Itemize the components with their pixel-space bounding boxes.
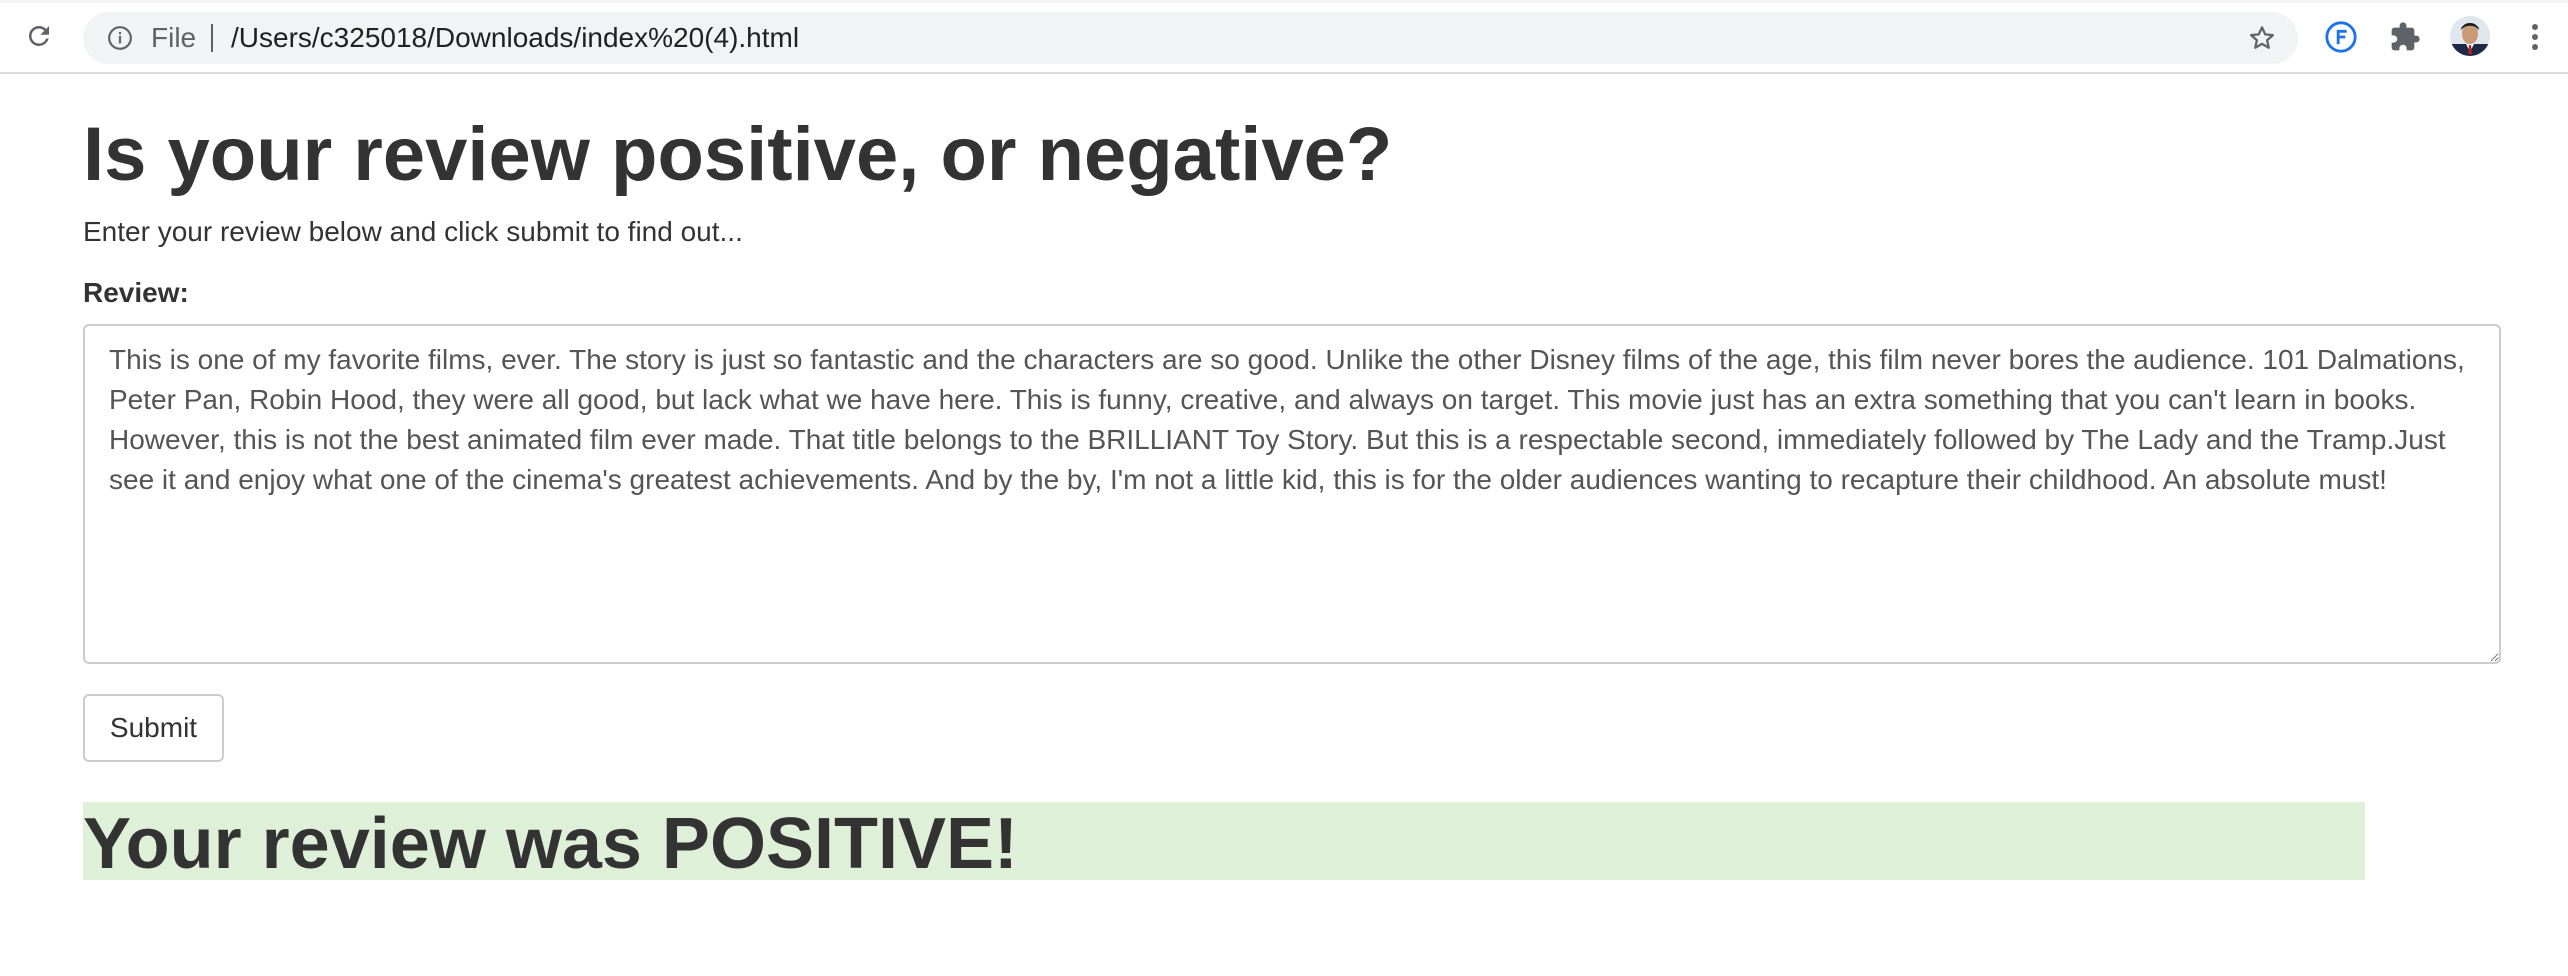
kebab-menu-icon xyxy=(2532,24,2538,50)
browser-toolbar: File /Users/c325018/Downloads/index%20(4… xyxy=(0,0,2568,74)
flashcard-extension-icon xyxy=(2325,21,2357,53)
bookmark-button[interactable] xyxy=(2244,20,2280,56)
result-text: Your review was POSITIVE! xyxy=(83,804,1018,884)
star-icon xyxy=(2250,26,2274,49)
puzzle-icon xyxy=(2391,22,2420,51)
result-banner: Your review was POSITIVE! xyxy=(83,802,2365,884)
url-text[interactable]: /Users/c325018/Downloads/index%20(4).htm… xyxy=(231,23,799,53)
reload-button[interactable] xyxy=(20,17,58,55)
browser-menu-button[interactable] xyxy=(2520,17,2550,57)
avatar[interactable] xyxy=(2450,16,2490,56)
submit-button[interactable]: Submit xyxy=(83,694,224,762)
page-title: Is your review positive, or negative? xyxy=(83,112,1393,197)
address-bar[interactable]: File /Users/c325018/Downloads/index%20(4… xyxy=(83,12,2298,64)
extension-button[interactable] xyxy=(2321,17,2361,57)
reload-icon xyxy=(28,25,49,46)
profile-avatar-icon xyxy=(2450,16,2490,56)
extensions-button[interactable] xyxy=(2385,17,2425,57)
address-bar-divider xyxy=(211,24,213,52)
page-subtitle: Enter your review below and click submit… xyxy=(83,216,743,247)
url-scheme-label: File xyxy=(151,22,197,53)
info-icon[interactable] xyxy=(107,25,133,51)
review-textarea[interactable]: This is one of my favorite films, ever. … xyxy=(83,324,2501,664)
review-label: Review: xyxy=(83,277,189,308)
toolbar-top-strip xyxy=(0,0,2568,3)
